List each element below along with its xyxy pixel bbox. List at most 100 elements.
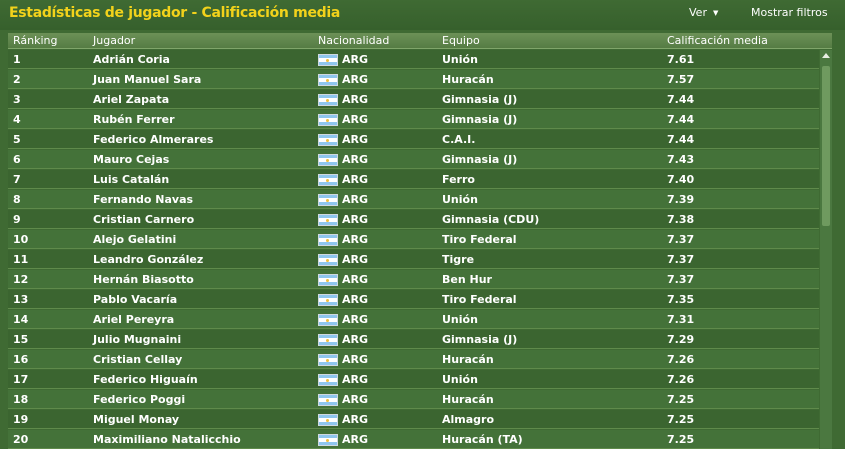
table-row[interactable]: 8 Fernando Navas ARG Unión 7.39 (8, 190, 819, 209)
team-cell[interactable]: Tigre (442, 253, 474, 266)
team-cell[interactable]: Ben Hur (442, 273, 492, 286)
nationality-cell[interactable]: ARG (342, 73, 368, 86)
player-name-cell[interactable]: Federico Almerares (93, 133, 213, 146)
nationality-cell[interactable]: ARG (342, 153, 368, 166)
team-cell[interactable]: Tiro Federal (442, 233, 517, 246)
vertical-scrollbar[interactable] (820, 50, 832, 449)
nationality-cell[interactable]: ARG (342, 373, 368, 386)
show-filters-button[interactable]: Mostrar filtros (751, 6, 828, 19)
table-row[interactable]: 18 Federico Poggi ARG Huracán 7.25 (8, 390, 819, 409)
view-menu-button[interactable]: Ver ▼ (689, 6, 718, 19)
table-row[interactable]: 6 Mauro Cejas ARG Gimnasia (J) 7.43 (8, 150, 819, 169)
player-name-cell[interactable]: Ariel Zapata (93, 93, 169, 106)
nationality-cell[interactable]: ARG (342, 353, 368, 366)
scrollbar-thumb[interactable] (822, 66, 830, 226)
team-cell[interactable]: Huracán (442, 393, 494, 406)
team-cell[interactable]: Unión (442, 53, 478, 66)
column-header-rank[interactable]: Ránking (13, 34, 58, 47)
title-bar: Estadísticas de jugador - Calificación m… (0, 0, 845, 30)
team-cell[interactable]: Gimnasia (J) (442, 153, 517, 166)
table-row[interactable]: 13 Pablo Vacaría ARG Tiro Federal 7.35 (8, 290, 819, 309)
team-cell[interactable]: Gimnasia (J) (442, 113, 517, 126)
player-name-cell[interactable]: Maximiliano Natalicchio (93, 433, 241, 446)
table-row[interactable]: 15 Julio Mugnaini ARG Gimnasia (J) 7.29 (8, 330, 819, 349)
player-name-cell[interactable]: Cristian Cellay (93, 353, 182, 366)
column-header-rating[interactable]: Calificación media (667, 34, 768, 47)
team-cell[interactable]: Tiro Federal (442, 293, 517, 306)
nationality-cell[interactable]: ARG (342, 213, 368, 226)
nationality-cell[interactable]: ARG (342, 53, 368, 66)
player-name-cell[interactable]: Ariel Pereyra (93, 313, 174, 326)
nationality-cell[interactable]: ARG (342, 113, 368, 126)
player-name-cell[interactable]: Pablo Vacaría (93, 293, 177, 306)
player-name-cell[interactable]: Mauro Cejas (93, 153, 169, 166)
rank-cell: 4 (13, 113, 21, 126)
player-name-cell[interactable]: Federico Higuaín (93, 373, 198, 386)
player-name-cell[interactable]: Hernán Biasotto (93, 273, 194, 286)
arrow-up-icon[interactable] (822, 53, 830, 58)
argentina-flag-icon (318, 314, 338, 326)
column-header-player[interactable]: Jugador (93, 34, 135, 47)
team-cell[interactable]: Unión (442, 373, 478, 386)
player-name-cell[interactable]: Alejo Gelatini (93, 233, 176, 246)
nationality-cell[interactable]: ARG (342, 273, 368, 286)
table-row[interactable]: 20 Maximiliano Natalicchio ARG Huracán (TA)… (8, 430, 819, 449)
player-name-cell[interactable]: Juan Manuel Sara (93, 73, 201, 86)
nationality-cell[interactable]: ARG (342, 333, 368, 346)
player-name-cell[interactable]: Miguel Monay (93, 413, 179, 426)
team-cell[interactable]: Huracán (442, 353, 494, 366)
nationality-cell[interactable]: ARG (342, 293, 368, 306)
rating-cell: 7.31 (667, 313, 695, 326)
player-name-cell[interactable]: Luis Catalán (93, 173, 169, 186)
nationality-cell[interactable]: ARG (342, 313, 368, 326)
team-cell[interactable]: Huracán (442, 73, 494, 86)
table-row[interactable]: 3 Ariel Zapata ARG Gimnasia (J) 7.44 (8, 90, 819, 109)
table-row[interactable]: 5 Federico Almerares ARG C.A.I. 7.44 (8, 130, 819, 149)
rating-cell: 7.44 (667, 93, 695, 106)
table-row[interactable]: 9 Cristian Carnero ARG Gimnasia (CDU) 7.38 (8, 210, 819, 229)
team-cell[interactable]: Gimnasia (J) (442, 333, 517, 346)
nationality-cell[interactable]: ARG (342, 413, 368, 426)
team-cell[interactable]: C.A.I. (442, 133, 475, 146)
player-name-cell[interactable]: Cristian Carnero (93, 213, 194, 226)
table-row[interactable]: 12 Hernán Biasotto ARG Ben Hur 7.37 (8, 270, 819, 289)
team-cell[interactable]: Unión (442, 313, 478, 326)
table-row[interactable]: 14 Ariel Pereyra ARG Unión 7.31 (8, 310, 819, 329)
rating-cell: 7.37 (667, 233, 695, 246)
player-name-cell[interactable]: Adrián Coria (93, 53, 170, 66)
nationality-cell[interactable]: ARG (342, 93, 368, 106)
nationality-cell[interactable]: ARG (342, 133, 368, 146)
team-cell[interactable]: Unión (442, 193, 478, 206)
player-name-cell[interactable]: Julio Mugnaini (93, 333, 181, 346)
player-name-cell[interactable]: Federico Poggi (93, 393, 185, 406)
nationality-cell[interactable]: ARG (342, 173, 368, 186)
table-row[interactable]: 2 Juan Manuel Sara ARG Huracán 7.57 (8, 70, 819, 89)
table-row[interactable]: 7 Luis Catalán ARG Ferro 7.40 (8, 170, 819, 189)
nationality-cell[interactable]: ARG (342, 433, 368, 446)
nationality-cell[interactable]: ARG (342, 253, 368, 266)
table-row[interactable]: 1 Adrián Coria ARG Unión 7.61 (8, 50, 819, 69)
table-row[interactable]: 4 Rubén Ferrer ARG Gimnasia (J) 7.44 (8, 110, 819, 129)
table-row[interactable]: 10 Alejo Gelatini ARG Tiro Federal 7.37 (8, 230, 819, 249)
table-row[interactable]: 11 Leandro González ARG Tigre 7.37 (8, 250, 819, 269)
team-cell[interactable]: Gimnasia (J) (442, 93, 517, 106)
argentina-flag-icon (318, 234, 338, 246)
team-cell[interactable]: Gimnasia (CDU) (442, 213, 539, 226)
rating-cell: 7.35 (667, 293, 695, 306)
player-name-cell[interactable]: Fernando Navas (93, 193, 193, 206)
player-name-cell[interactable]: Rubén Ferrer (93, 113, 175, 126)
player-name-cell[interactable]: Leandro González (93, 253, 203, 266)
column-header-nationality[interactable]: Nacionalidad (318, 34, 389, 47)
table-row[interactable]: 19 Miguel Monay ARG Almagro 7.25 (8, 410, 819, 429)
team-cell[interactable]: Ferro (442, 173, 475, 186)
table-row[interactable]: 17 Federico Higuaín ARG Unión 7.26 (8, 370, 819, 389)
nationality-cell[interactable]: ARG (342, 193, 368, 206)
team-cell[interactable]: Almagro (442, 413, 494, 426)
team-cell[interactable]: Huracán (TA) (442, 433, 523, 446)
nationality-cell[interactable]: ARG (342, 233, 368, 246)
rating-cell: 7.26 (667, 353, 695, 366)
nationality-cell[interactable]: ARG (342, 393, 368, 406)
table-row[interactable]: 16 Cristian Cellay ARG Huracán 7.26 (8, 350, 819, 369)
column-header-team[interactable]: Equipo (442, 34, 480, 47)
rank-cell: 14 (13, 313, 29, 326)
